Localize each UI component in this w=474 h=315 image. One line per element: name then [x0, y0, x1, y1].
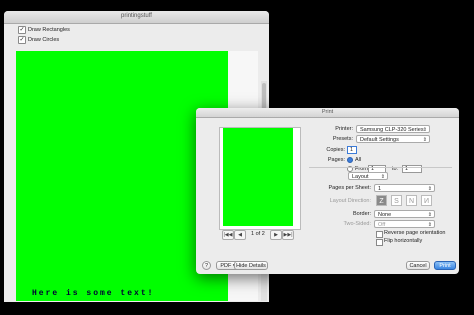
- draw-rectangles-checkbox[interactable]: ✓ Draw Rectangles: [18, 26, 70, 34]
- layout-s-icon[interactable]: S: [391, 195, 402, 206]
- checkmark-icon: ✓: [18, 36, 26, 44]
- printer-select[interactable]: Samsung CLP-320 Series ⇕: [356, 125, 430, 133]
- presets-value: Default Settings: [360, 137, 399, 143]
- print-dialog-title: Print: [196, 108, 459, 118]
- border-label: Border:: [352, 211, 371, 217]
- reverse-orientation-checkbox[interactable]: [376, 231, 383, 238]
- section-value: Layout: [352, 174, 369, 180]
- chevron-updown-icon: ⇕: [427, 222, 432, 228]
- printer-label: Printer:: [335, 126, 353, 132]
- draw-rectangles-label: Draw Rectangles: [28, 27, 70, 33]
- two-sided-label: Two-Sided:: [343, 221, 371, 227]
- help-button[interactable]: ?: [202, 261, 211, 270]
- chevron-updown-icon: ⇕: [380, 174, 385, 180]
- presets-label: Presets:: [332, 136, 353, 142]
- pages-per-sheet-label: Pages per Sheet:: [328, 185, 371, 191]
- preview-content: [223, 128, 293, 226]
- border-select[interactable]: None ⇕: [374, 210, 435, 218]
- pages-per-sheet-value: 1: [378, 186, 382, 192]
- draw-circles-checkbox[interactable]: ✓ Draw Circles: [18, 36, 59, 44]
- next-page-button[interactable]: ▶: [270, 230, 282, 240]
- prev-page-button[interactable]: ◀: [234, 230, 246, 240]
- copies-label: Copies:: [326, 147, 345, 153]
- section-select[interactable]: Layout ⇕: [348, 172, 388, 180]
- checkmark-icon: ✓: [18, 26, 26, 34]
- hide-details-button[interactable]: Hide Details: [234, 261, 268, 270]
- first-page-button[interactable]: |◀◀: [222, 230, 234, 240]
- page-indicator: 1 of 2: [251, 231, 265, 237]
- layout-n-icon[interactable]: N: [406, 195, 417, 206]
- last-page-button[interactable]: ▶▶|: [282, 230, 294, 240]
- divider: [309, 167, 452, 168]
- pages-all-radio[interactable]: [347, 157, 353, 163]
- flip-horizontally-label: Flip horizontally: [384, 238, 423, 244]
- presets-select[interactable]: Default Settings ⇕: [356, 135, 430, 143]
- pages-label: Pages:: [327, 157, 345, 163]
- window-title: printingstuff: [121, 13, 152, 19]
- pdf-label: PDF: [220, 263, 232, 269]
- chevron-updown-icon: ⇕: [422, 127, 427, 133]
- copies-input[interactable]: 1: [347, 146, 357, 154]
- print-button[interactable]: Print: [434, 261, 456, 270]
- layout-z-icon[interactable]: Z: [376, 195, 387, 206]
- pages-per-sheet-select[interactable]: 1 ⇕: [374, 184, 435, 192]
- chevron-updown-icon: ⇕: [427, 212, 432, 218]
- printer-value: Samsung CLP-320 Series: [360, 127, 424, 133]
- cancel-button[interactable]: Cancel: [406, 261, 430, 270]
- chevron-updown-icon: ⇕: [422, 137, 427, 143]
- two-sided-value: Off: [378, 222, 386, 228]
- reverse-orientation-label: Reverse page orientation: [384, 230, 446, 236]
- two-sided-select[interactable]: Off ⇕: [374, 220, 435, 228]
- title-bar[interactable]: printingstuff: [4, 11, 269, 24]
- chevron-updown-icon: ⇕: [427, 186, 432, 192]
- flip-horizontally-checkbox[interactable]: [376, 239, 383, 246]
- draw-circles-label: Draw Circles: [28, 37, 60, 43]
- pages-all-label: All: [355, 157, 362, 163]
- border-value: None: [378, 212, 392, 218]
- print-dialog: Print |◀◀ ◀ 1 of 2 ▶ ▶▶| Printer: Samsun…: [196, 108, 459, 274]
- layout-direction-label: Layout Direction:: [329, 198, 371, 204]
- layout-n-reverse-icon[interactable]: И: [421, 195, 432, 206]
- canvas-text: Here is some text!: [32, 289, 155, 298]
